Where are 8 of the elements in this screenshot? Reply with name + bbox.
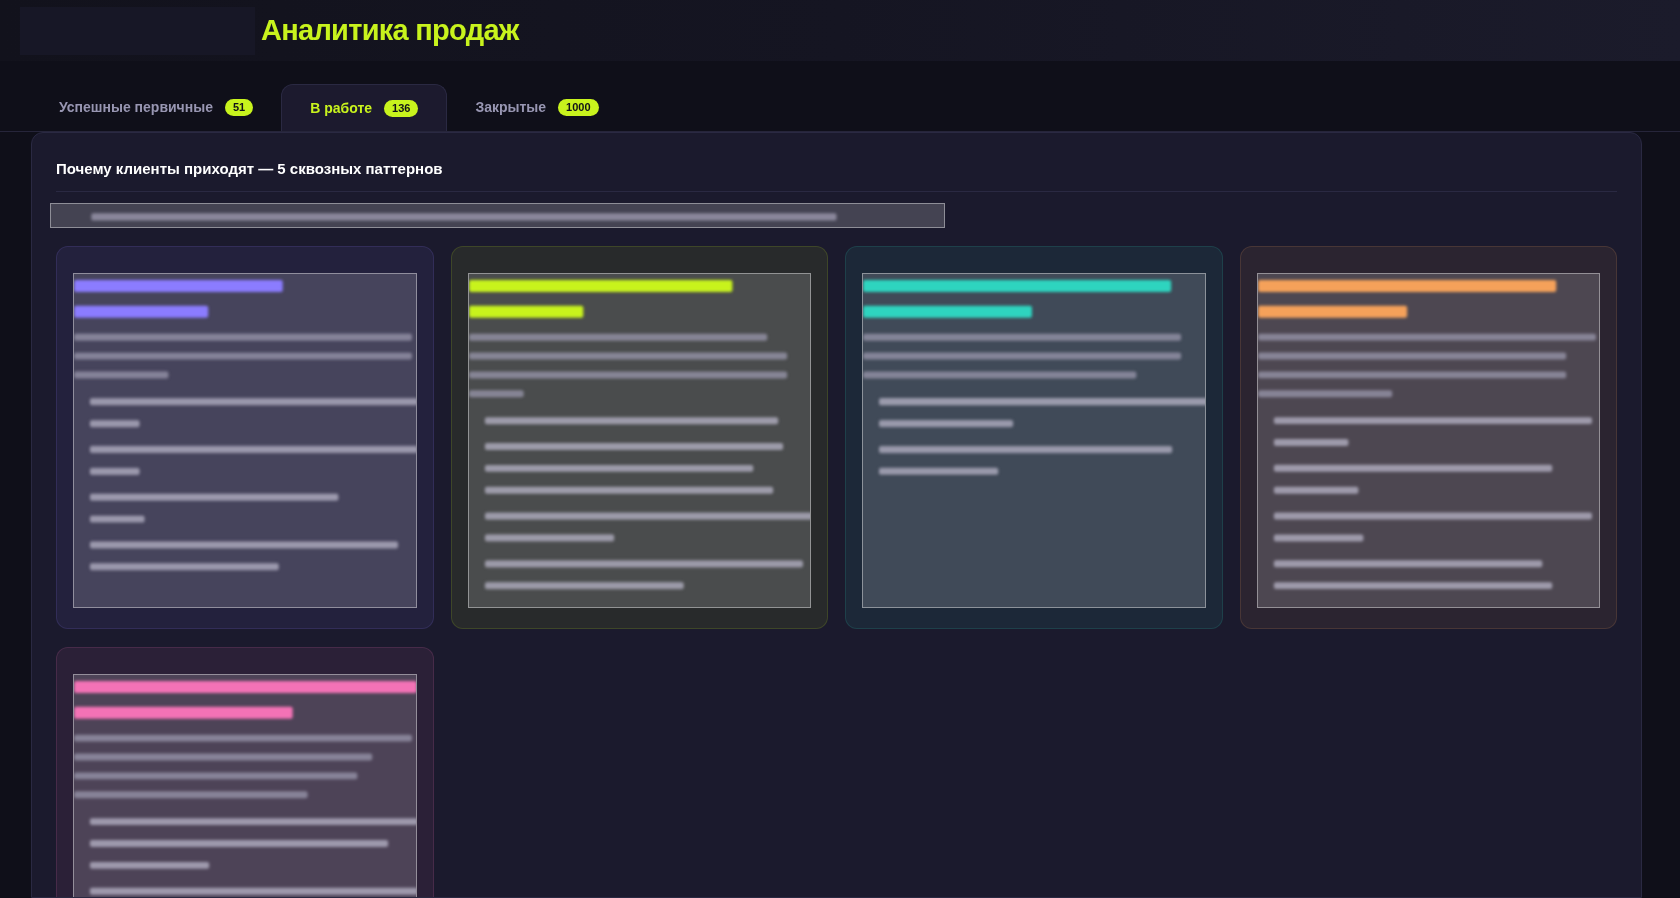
tab[interactable]: Закрытые 1000 <box>447 84 627 131</box>
count-badge: 136 <box>384 99 419 117</box>
tab[interactable]: Успешные первичные 51 <box>31 84 282 131</box>
panel-heading: Почему клиенты приходят — 5 сквозных паттернов <box>56 159 444 179</box>
page-title: Аналитика продаж <box>261 16 519 45</box>
tab[interactable]: В работе 136 <box>281 84 448 131</box>
count-badge: 51 <box>224 99 254 116</box>
count-badge: 1000 <box>558 99 599 116</box>
